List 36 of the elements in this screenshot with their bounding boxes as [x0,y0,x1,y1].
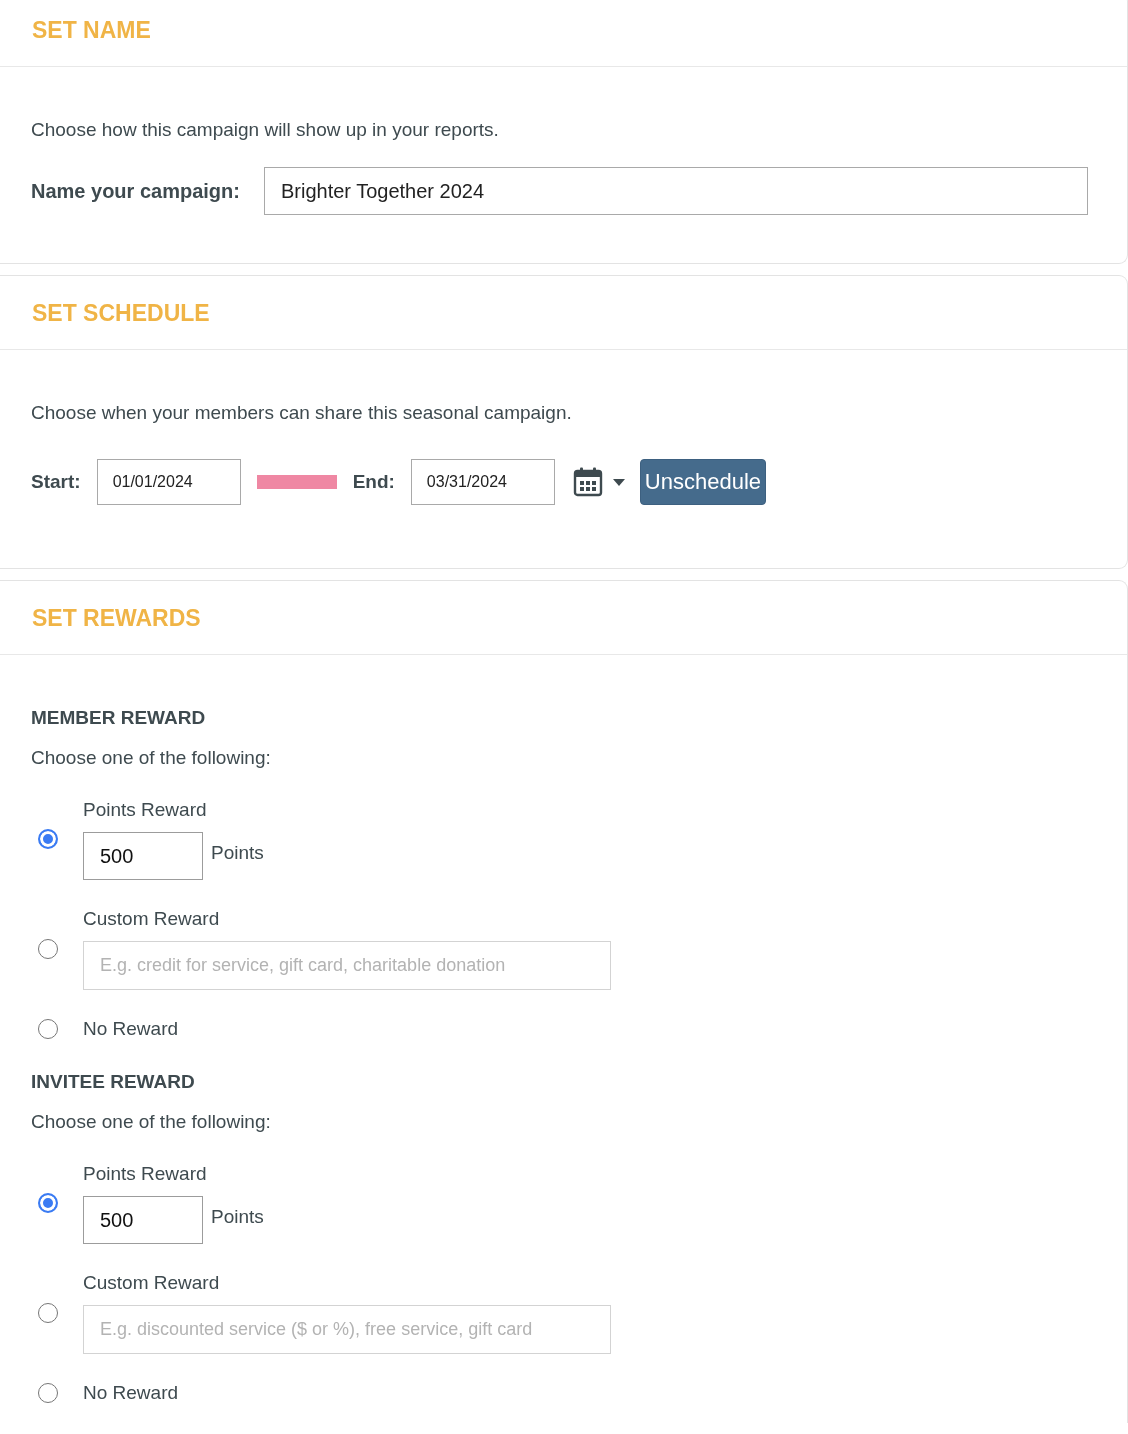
section-title: SET NAME [32,16,152,45]
unschedule-button[interactable]: Unschedule [639,459,767,505]
option-label: No Reward [83,1381,179,1405]
section-title: SET REWARDS [32,604,202,633]
group-instruction: Choose one of the following: [31,1110,272,1134]
group-heading: MEMBER REWARD [31,706,207,730]
section-description: Choose when your members can share this seasonal campaign. [31,401,573,425]
caret-icon[interactable] [612,478,625,486]
field-label: Start: [31,470,81,494]
radio-button[interactable] [38,1383,58,1403]
field-label: End: [352,470,395,494]
custom-reward-field[interactable]: E.g. credit for service, gift card, charitable donation [83,941,611,990]
radio-button[interactable] [38,1302,58,1323]
points-field[interactable]: 500 [83,1196,203,1244]
section-title: SET SCHEDULE [32,299,211,328]
radio-button[interactable] [38,829,58,849]
section-description: Choose how this campaign will show up in your reports. [31,118,500,142]
field-label: Name your campaign: [31,179,240,203]
group-heading: INVITEE REWARD [31,1070,196,1094]
calendar-icon[interactable] [572,467,603,497]
option-label: Custom Reward [83,907,221,931]
start-date-field[interactable]: 01/01/2024 [96,459,241,505]
unit-label: Points [211,841,264,865]
option-label: Points Reward [83,798,208,822]
group-instruction: Choose one of the following: [31,746,272,770]
option-label: Custom Reward [83,1271,221,1295]
option-label: No Reward [83,1017,179,1041]
points-field[interactable]: 500 [83,832,203,880]
radio-button[interactable] [38,1019,58,1039]
end-date-field[interactable]: 03/31/2024 [410,459,555,505]
option-label: Points Reward [83,1162,208,1186]
radio-button[interactable] [38,1193,58,1213]
radio-button[interactable] [38,938,58,959]
unit-label: Points [211,1205,264,1229]
campaign-name-field[interactable]: Brighter Together 2024 [263,167,1088,215]
custom-reward-field[interactable]: E.g. discounted service ($ or %), free service, gift card [83,1305,611,1354]
